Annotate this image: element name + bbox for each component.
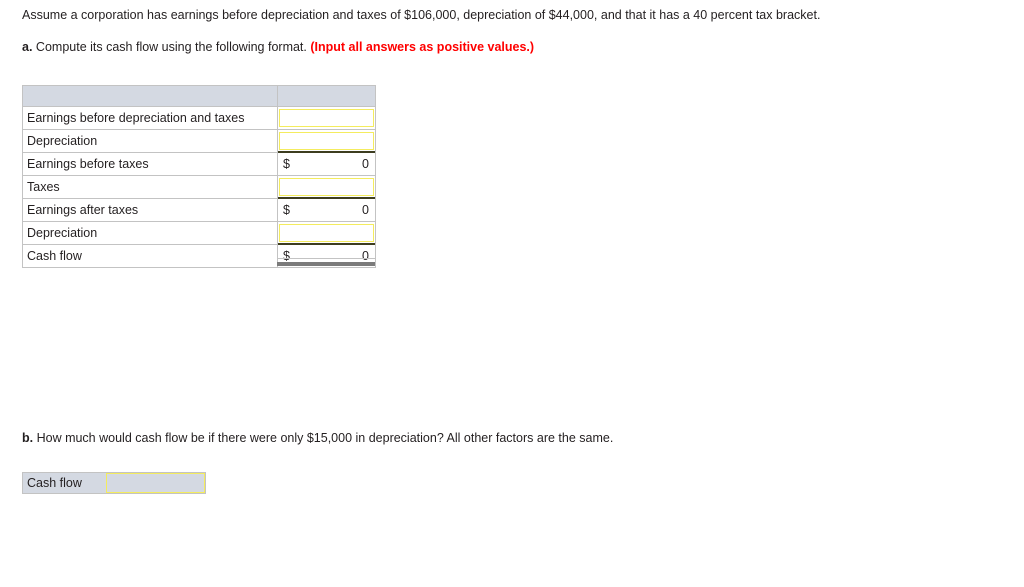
row-label: Earnings after taxes [22,198,278,222]
header-cell-label [22,85,278,107]
depreciation-input-2[interactable] [279,224,374,242]
earnings-after-taxes-value: $ 0 [278,199,375,221]
total-rule-thin [277,258,375,259]
row-label: Depreciation [22,221,278,245]
taxes-input[interactable] [279,178,374,196]
row-label: Cash flow [22,244,278,268]
amount-text: 0 [362,203,369,217]
row-label: Earnings before depreciation and taxes [22,106,278,130]
row-value-cell [277,175,376,199]
cash-flow-table: Earnings before depreciation and taxes D… [22,85,376,268]
part-a-instruction-note: (Input all answers as positive values.) [310,40,535,54]
part-b-prompt-text: How much would cash flow be if there wer… [36,431,614,445]
currency-symbol: $ [283,157,290,171]
table-row: Earnings after taxes $ 0 [22,197,376,222]
row-label: Depreciation [22,129,278,153]
table-row: Depreciation [22,129,376,153]
part-b-answer-field-wrap [106,473,205,493]
row-value-cell [277,129,376,153]
row-label: Earnings before taxes [22,152,278,176]
table-header-row [22,85,376,107]
table-row: Earnings before depreciation and taxes [22,106,376,130]
cash-flow-table-body: Earnings before depreciation and taxes D… [22,85,376,268]
part-a-prompt: a. Compute its cash flow using the follo… [22,39,534,55]
header-cell-value [277,85,376,107]
row-value-cell [277,106,376,130]
earnings-before-depreciation-and-taxes-input[interactable] [279,109,374,127]
table-row: Taxes [22,175,376,199]
table-row: Depreciation [22,221,376,245]
amount-text: 0 [362,157,369,171]
part-b-cash-flow-input[interactable] [106,473,205,493]
row-value-cell: $ 0 [277,151,376,176]
part-b-answer-label: Cash flow [23,473,106,493]
currency-symbol: $ [283,249,290,263]
row-value-cell: $ 0 [277,197,376,222]
part-b-label: b. [22,431,34,445]
table-row: Earnings before taxes $ 0 [22,151,376,176]
amount-text: 0 [362,249,369,263]
part-a-prompt-text: Compute its cash flow using the followin… [35,40,307,54]
depreciation-input-1[interactable] [279,132,374,150]
row-value-cell [277,221,376,245]
total-rule-thick [277,262,375,266]
part-a-label: a. [22,40,33,54]
problem-statement: Assume a corporation has earnings before… [22,8,821,22]
row-label: Taxes [22,175,278,199]
earnings-before-taxes-value: $ 0 [278,153,375,175]
part-b-answer-row: Cash flow [22,472,206,494]
part-b-prompt: b. How much would cash flow be if there … [22,430,613,446]
currency-symbol: $ [283,203,290,217]
